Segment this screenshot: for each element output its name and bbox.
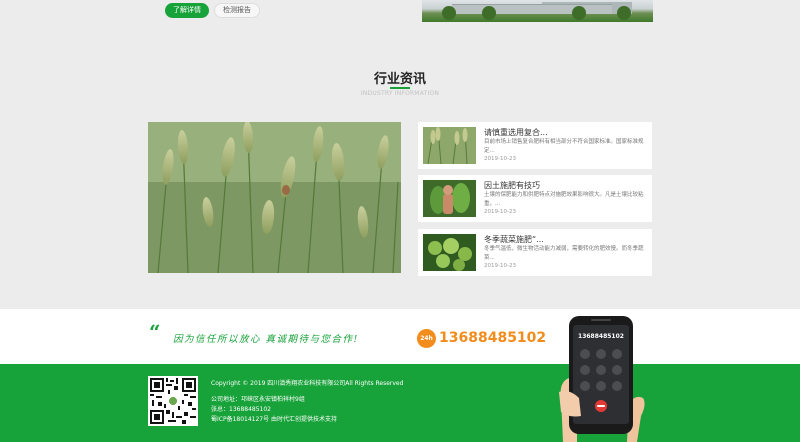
news-title[interactable]: 冬季蔬菜施肥“... (484, 234, 544, 245)
news-thumbnail (423, 180, 476, 217)
learn-more-button[interactable]: 了解详情 (165, 3, 209, 18)
news-title[interactable]: 因土施肥有技巧 (484, 180, 540, 191)
hand-phone-illustration: 13688485102 (555, 312, 655, 442)
slogan-text: 因为信任所以放心 真诚期待与您合作! (173, 334, 359, 345)
quote-icon: “ (149, 320, 161, 344)
test-report-button[interactable]: 检测报告 (214, 3, 260, 18)
section-title: 行业资讯 (373, 72, 426, 87)
news-date: 2019-10-23 (484, 209, 516, 215)
news-summary: 冬季气温低，微生物活动能力减弱，需要转化的肥效慢。而冬季蔬菜... (484, 246, 644, 261)
news-summary: 土壤的保肥能力和供肥特点对施肥效果影响很大。凡是土壤比较粘重，... (484, 192, 644, 207)
news-item[interactable]: 冬季蔬菜施肥“... 冬季气温低，微生物活动能力减弱，需要转化的肥效慢。而冬季蔬… (418, 229, 652, 276)
news-summary: 目前市场上销售复合肥料有相当部分不符合国家标准。国家标准规定... (484, 139, 644, 154)
phone-24h-icon: 24h (417, 329, 436, 348)
wheat-field-photo[interactable] (148, 122, 401, 273)
hotline-number[interactable]: 13688485102 (439, 330, 546, 346)
news-item[interactable]: 请慎重选用复合... 目前市场上销售复合肥料有相当部分不符合国家标准。国家标准规… (418, 122, 652, 169)
contact-banner (0, 309, 800, 364)
news-date: 2019-10-23 (484, 263, 516, 269)
footer-icp[interactable]: 蜀ICP备18014127号 由时代汇创提供技术支持 (211, 414, 337, 423)
screen-number: 13688485102 (578, 333, 624, 340)
top-strip (0, 0, 800, 30)
news-title[interactable]: 请慎重选用复合... (484, 127, 548, 138)
news-thumbnail (423, 127, 476, 164)
footer-copyright: Copyright © 2019 四川滇秀翔农业科技有限公司All Rights… (211, 380, 404, 387)
company-building-photo (422, 0, 653, 22)
news-date: 2019-10-23 (484, 156, 516, 162)
section-subtitle: INDUSTRY INFORMATION (360, 90, 440, 97)
section-title-underline (390, 87, 410, 89)
footer-phone: 张总：13688485102 (211, 406, 271, 413)
qr-code (148, 376, 198, 426)
site-footer (0, 364, 800, 442)
news-thumbnail (423, 234, 476, 271)
news-item[interactable]: 因土施肥有技巧 土壤的保肥能力和供肥特点对施肥效果影响很大。凡是土壤比较粘重，.… (418, 175, 652, 222)
footer-address: 公司地址：邛崃区永安镇柏祥村9组 (211, 396, 305, 403)
